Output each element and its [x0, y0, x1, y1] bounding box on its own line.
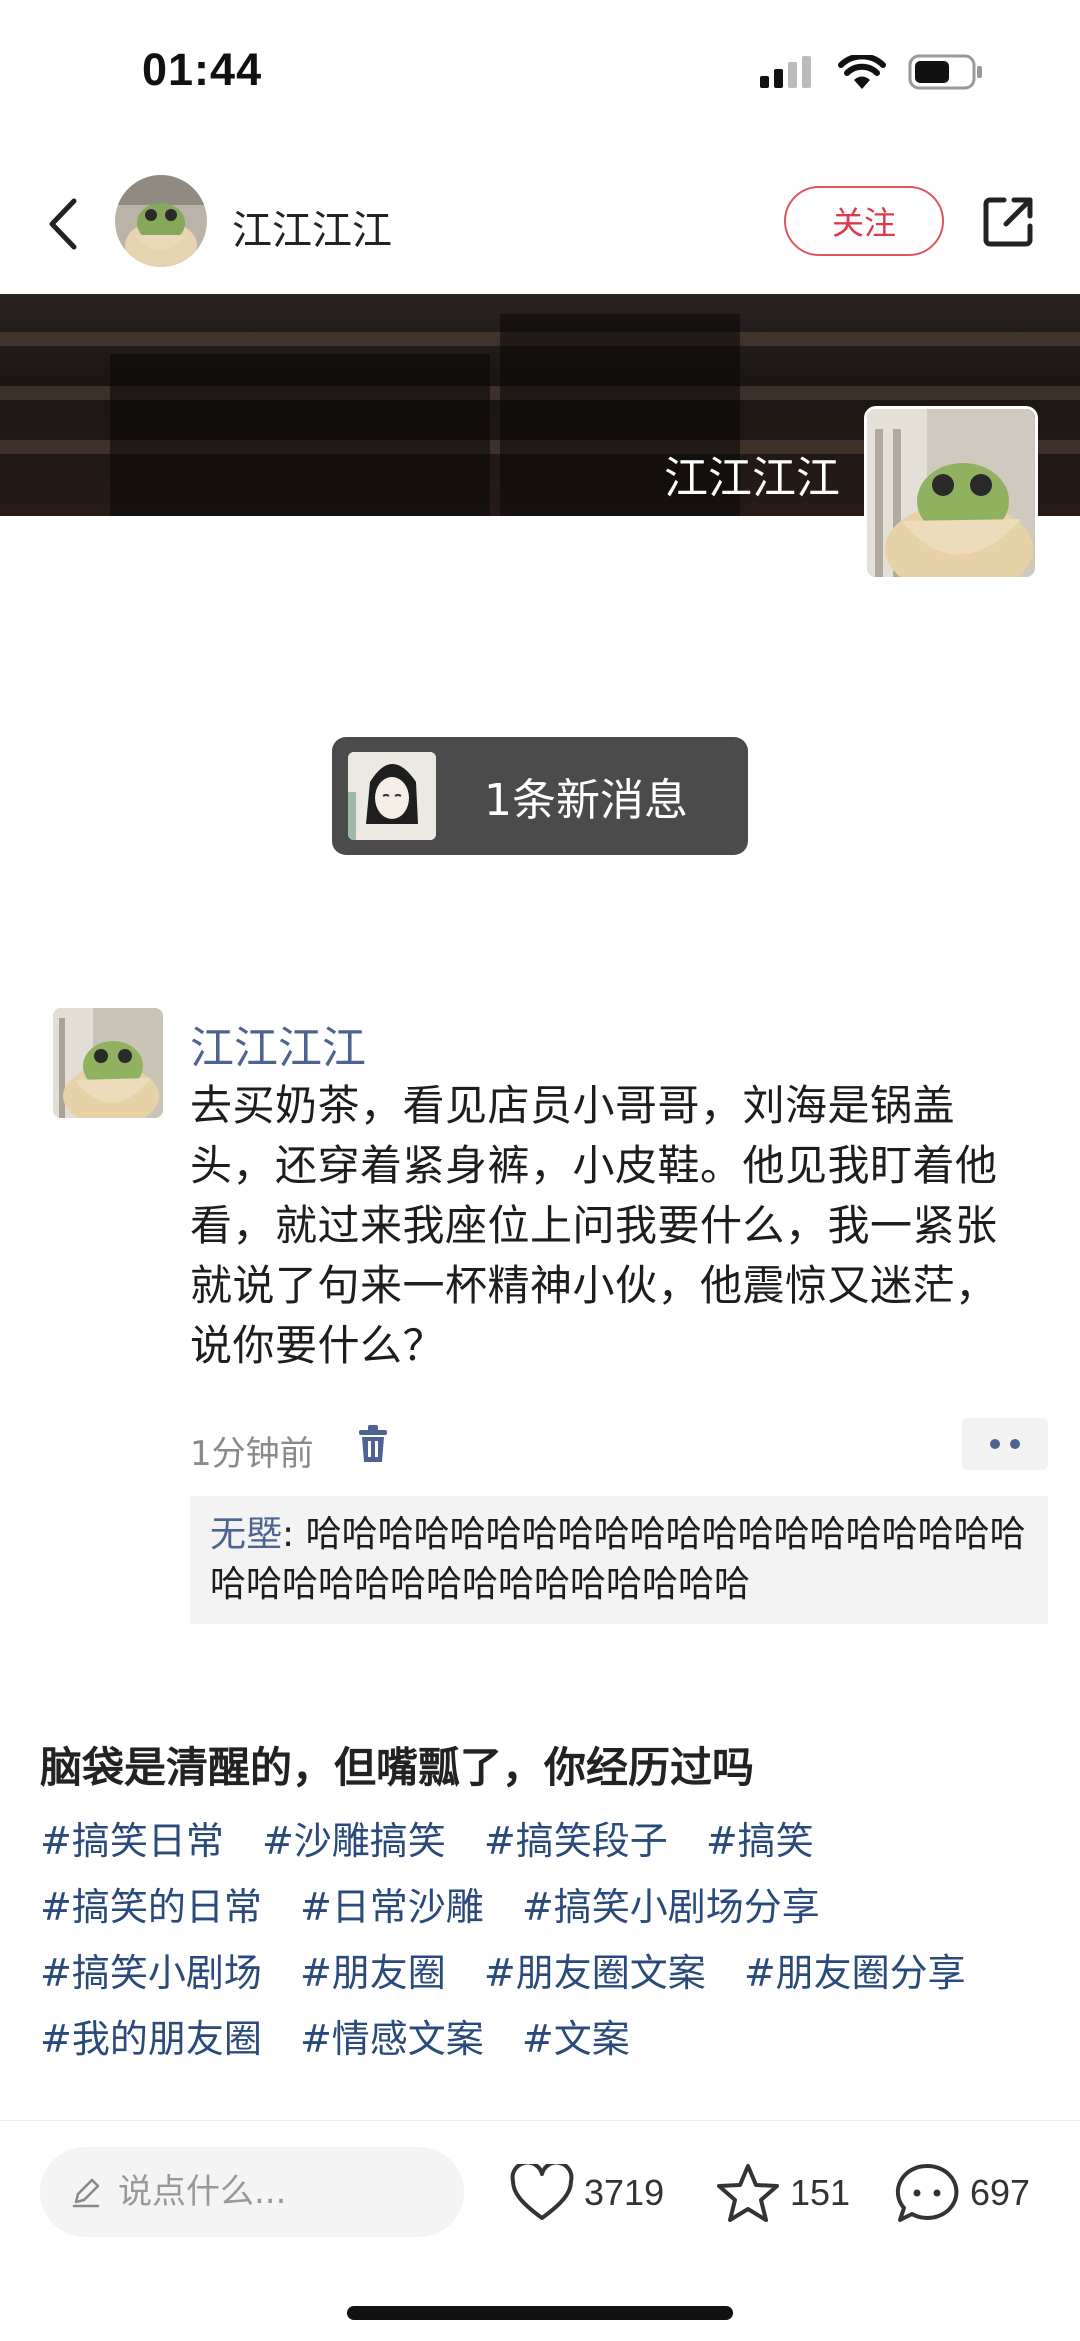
favorite-button[interactable]: 151 [716, 2153, 850, 2233]
back-button[interactable] [38, 194, 88, 254]
status-bar: 01:44 [0, 0, 1080, 140]
reply-author[interactable]: 无塈 [210, 1514, 282, 1555]
tag-link[interactable]: #朋友圈分享 [744, 1951, 966, 1995]
tag-link[interactable]: #搞笑段子 [484, 1819, 668, 1863]
message-sender-avatar [348, 752, 436, 840]
more-button[interactable] [962, 1418, 1048, 1470]
post-text: 去买奶茶，看见店员小哥哥，刘海是锅盖头，还穿着紧身裤，小皮鞋。他见我盯着他看，就… [190, 1081, 998, 1370]
tag-link[interactable]: #搞笑的日常 [40, 1885, 262, 1929]
signal-icon [760, 56, 811, 88]
new-message-notification[interactable]: 1条新消息 [332, 737, 748, 855]
reply-text: 哈哈哈哈哈哈哈哈哈哈哈哈哈哈哈哈哈哈哈哈哈哈哈哈哈哈哈哈哈哈哈哈哈哈哈 [210, 1514, 1026, 1605]
cover-avatar[interactable] [864, 406, 1038, 580]
comment-icon [895, 2163, 959, 2222]
author-name[interactable]: 江江江江 [232, 198, 392, 256]
battery-icon [908, 54, 982, 90]
status-icons [760, 52, 984, 92]
comment-button[interactable]: 697 [894, 2153, 1030, 2233]
delete-button[interactable] [355, 1424, 391, 1464]
comment-input-container[interactable] [40, 2147, 464, 2237]
tag-link[interactable]: #搞笑小剧场 [40, 1951, 262, 1995]
favorite-count: 151 [790, 2172, 851, 2213]
nav-bar: 江江江江 关注 [0, 160, 1080, 290]
tag-link[interactable]: #搞笑 [706, 1819, 814, 1863]
share-button[interactable] [980, 194, 1036, 250]
post-author-name[interactable]: 江江江江 [190, 1012, 366, 1076]
tag-link[interactable]: #朋友圈 [300, 1951, 446, 1995]
caption-title: 脑袋是清醒的，但嘴瓢了，你经历过吗 [40, 1743, 755, 1792]
reply-separator: : [282, 1514, 306, 1555]
home-indicator[interactable] [347, 2306, 733, 2320]
tag-list: #搞笑日常 #沙雕搞笑 #搞笑段子 #搞笑 #搞笑的日常 #日常沙雕 #搞笑小剧… [40, 1808, 1050, 2072]
trash-icon [359, 1425, 387, 1462]
tag-link[interactable]: #日常沙雕 [300, 1885, 484, 1929]
pencil-icon [72, 2178, 100, 2208]
like-count: 3719 [584, 2172, 665, 2213]
cover-name: 江江江江 [664, 453, 840, 504]
more-icon [990, 1439, 1000, 1449]
tag-link[interactable]: #情感文案 [300, 2017, 484, 2061]
back-icon [49, 198, 77, 250]
heart-icon [510, 2164, 574, 2220]
comment-input[interactable] [118, 2172, 418, 2212]
follow-button[interactable]: 关注 [784, 186, 944, 256]
author-avatar[interactable] [115, 175, 207, 267]
new-message-text: 1条新消息 [484, 775, 688, 826]
post-timestamp: 1分钟前 [190, 1434, 314, 1474]
reply-box[interactable]: 无塈: 哈哈哈哈哈哈哈哈哈哈哈哈哈哈哈哈哈哈哈哈哈哈哈哈哈哈哈哈哈哈哈哈哈哈哈 [190, 1496, 1048, 1624]
comment-count: 697 [970, 2172, 1031, 2213]
wifi-icon [838, 55, 886, 89]
tag-link[interactable]: #朋友圈文案 [484, 1951, 706, 1995]
post-author-avatar[interactable] [53, 1008, 163, 1118]
tag-link[interactable]: #文案 [522, 2017, 630, 2061]
tag-link[interactable]: #我的朋友圈 [40, 2017, 262, 2061]
tag-link[interactable]: #搞笑小剧场分享 [522, 1885, 820, 1929]
star-icon [717, 2164, 779, 2222]
tag-link[interactable]: #搞笑日常 [40, 1819, 224, 1863]
share-icon [983, 197, 1033, 247]
tag-link[interactable]: #沙雕搞笑 [262, 1819, 446, 1863]
like-button[interactable]: 3719 [510, 2153, 664, 2233]
status-time: 01:44 [142, 44, 263, 95]
